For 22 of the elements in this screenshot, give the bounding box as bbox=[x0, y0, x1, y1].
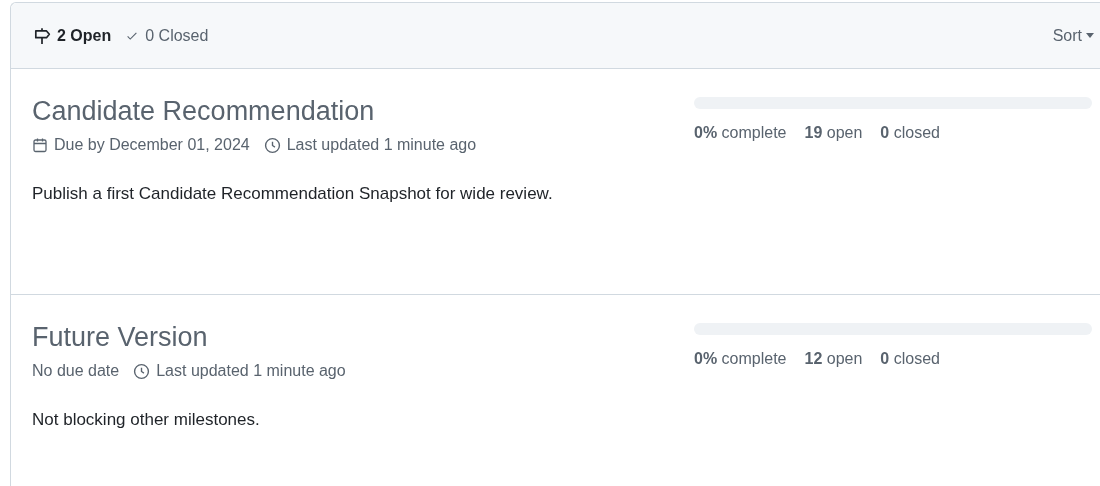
milestone-stat[interactable]: 0 closed bbox=[880, 347, 940, 371]
clock-icon bbox=[263, 136, 281, 154]
sort-dropdown[interactable]: Sort bbox=[1052, 23, 1094, 48]
milestone-stat[interactable]: 19 open bbox=[804, 121, 863, 145]
milestone-stat[interactable]: 12 open bbox=[804, 347, 863, 371]
milestone-description: Not blocking other milestones. bbox=[32, 409, 261, 431]
clock-icon bbox=[133, 362, 151, 380]
due-date: Due by December 01, 2024 bbox=[54, 135, 250, 155]
milestone-stat: 0% complete bbox=[694, 349, 787, 369]
milestone-title[interactable]: Future Version bbox=[32, 321, 208, 353]
milestone-icon bbox=[33, 26, 51, 45]
state-tab[interactable]: 0 Closed bbox=[125, 23, 209, 48]
milestone-description: Publish a first Candidate Recommendation Snapshot for wide review. bbox=[32, 183, 554, 205]
last-updated: Last updated 1 minute ago bbox=[156, 361, 346, 381]
milestone-title[interactable]: Candidate Recommendation bbox=[32, 95, 375, 127]
milestone-stat: 0% complete bbox=[694, 123, 787, 143]
caret-icon bbox=[1086, 33, 1094, 38]
state-tab[interactable]: 2 Open bbox=[33, 23, 112, 48]
last-updated: Last updated 1 minute ago bbox=[286, 135, 477, 155]
milestone-stat[interactable]: 0 closed bbox=[880, 121, 940, 145]
calendar-icon bbox=[32, 137, 48, 153]
due-date: No due date bbox=[32, 361, 120, 381]
